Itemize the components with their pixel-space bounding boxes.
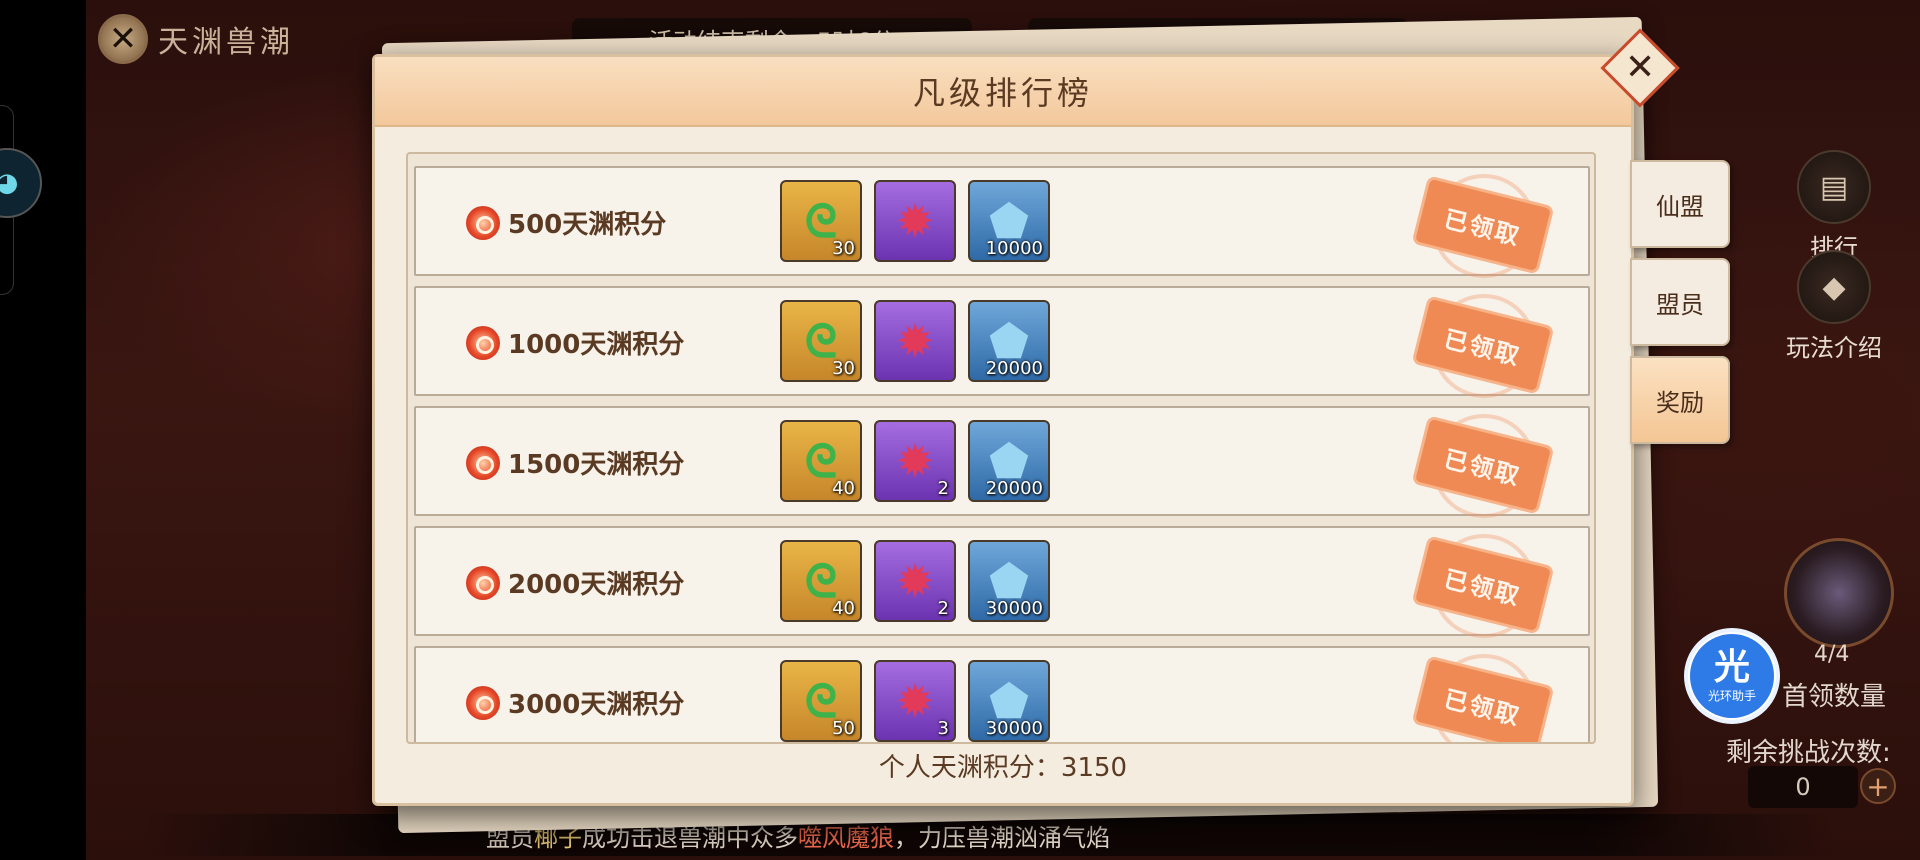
item-quantity: 40 — [832, 478, 855, 499]
item-glyph: ✹ — [895, 674, 935, 728]
personal-score-label: 个人天渊积分： — [878, 753, 1061, 783]
item-quantity: 20000 — [985, 478, 1043, 499]
score-swirl-icon — [466, 326, 500, 360]
item-quantity: 40 — [832, 598, 855, 619]
item-quantity: 2 — [937, 598, 949, 619]
jade-item-icon[interactable]: ᘓ 30 — [780, 300, 862, 382]
reward-threshold-label: 1500天渊积分 — [508, 450, 685, 480]
reward-threshold-label: 2000天渊积分 — [508, 570, 685, 600]
item-quantity: 2 — [937, 478, 949, 499]
item-glyph: ✹ — [895, 434, 935, 488]
assistant-floating-button[interactable]: 光 光环助手 — [1684, 628, 1780, 724]
personal-score: 个人天渊积分：3150 — [375, 747, 1631, 784]
add-attempts-button[interactable]: + — [1860, 768, 1896, 804]
item-glyph: ✹ — [895, 314, 935, 368]
score-swirl-icon — [466, 446, 500, 480]
crystal-icon: ◆ — [1797, 250, 1871, 324]
left-edge-rail: ◕ — [0, 0, 86, 860]
item-quantity: 30000 — [985, 718, 1043, 739]
assistant-icon: 光 光环助手 — [1690, 634, 1774, 718]
reward-row: 2000天渊积分 ᘓ 40 ✹ 2 ⬟ 30000 已领取 — [414, 526, 1590, 638]
crystal-item-icon[interactable]: ⬟ 30000 — [968, 540, 1050, 622]
reward-items: ᘓ 50 ✹ 3 ⬟ 30000 — [780, 660, 1050, 742]
reward-items: ᘓ 30 ✹ ⬟ 10000 — [780, 180, 1050, 262]
exit-icon[interactable]: ✕ — [98, 14, 148, 64]
jade-item-icon[interactable]: ᘓ 40 — [780, 540, 862, 622]
boss-portrait-icon[interactable] — [1784, 538, 1894, 648]
close-icon: ✕ — [1624, 46, 1656, 88]
reward-row: 1000天渊积分 ᘓ 30 ✹ ⬟ 20000 已领取 — [414, 286, 1590, 398]
assistant-glyph: 光 — [1713, 646, 1750, 688]
reward-items: ᘓ 30 ✹ ⬟ 20000 — [780, 300, 1050, 382]
item-quantity: 30 — [832, 238, 855, 259]
reward-list[interactable]: 500天渊积分 ᘓ 30 ✹ ⬟ 10000 已领取 1000天渊积分 ᘓ 30 ✹ ⬟ 20000 已领… — [406, 152, 1596, 744]
tab-members-label: 盟员 — [1656, 290, 1704, 319]
event-title: 天渊兽潮 — [158, 25, 294, 60]
remaining-label: 剩余挑战次数: — [1726, 738, 1891, 768]
item-quantity: 30 — [832, 358, 855, 379]
item-quantity: 30000 — [985, 598, 1043, 619]
jade-item-icon[interactable]: ᘓ 50 — [780, 660, 862, 742]
assistant-label: 光环助手 — [1707, 688, 1756, 703]
tab-rewards-label: 奖励 — [1656, 388, 1704, 417]
crystal-item-icon[interactable]: ⬟ 20000 — [968, 300, 1050, 382]
item-glyph: ✹ — [895, 194, 935, 248]
item-quantity: 20000 — [985, 358, 1043, 379]
crystal-item-icon[interactable]: ⬟ 20000 — [968, 420, 1050, 502]
claimed-stamp: 已领取 — [1411, 415, 1555, 515]
crystal-item-icon[interactable]: ⬟ 30000 — [968, 660, 1050, 742]
personal-score-value: 3150 — [1060, 753, 1128, 783]
remaining-count: 0 — [1795, 773, 1811, 801]
ticker-enemy-name: 噬风魔狼 — [798, 823, 894, 852]
jade-item-icon[interactable]: ᘓ 30 — [780, 180, 862, 262]
tab-rewards[interactable]: 奖励 — [1630, 356, 1730, 444]
rank-button[interactable]: ▤ 排行 — [1784, 150, 1884, 263]
reward-row: 1500天渊积分 ᘓ 40 ✹ 2 ⬟ 20000 已领取 — [414, 406, 1590, 518]
score-swirl-icon — [466, 206, 500, 240]
reward-threshold-label: 500天渊积分 — [508, 210, 667, 240]
item-quantity: 50 — [832, 718, 855, 739]
reward-items: ᘓ 40 ✹ 2 ⬟ 30000 — [780, 540, 1050, 622]
jade-item-icon[interactable]: ᘓ 40 — [780, 420, 862, 502]
crab-item-icon[interactable]: ✹ — [874, 300, 956, 382]
reward-threshold-label: 1000天渊积分 — [508, 330, 685, 360]
crab-item-icon[interactable]: ✹ 2 — [874, 420, 956, 502]
reward-items: ᘓ 40 ✹ 2 ⬟ 20000 — [780, 420, 1050, 502]
claimed-stamp: 已领取 — [1411, 535, 1555, 635]
crab-item-icon[interactable]: ✹ — [874, 180, 956, 262]
item-quantity: 10000 — [985, 238, 1043, 259]
intro-button[interactable]: ◆ 玩法介绍 — [1784, 250, 1884, 363]
claimed-stamp: 已领取 — [1411, 655, 1555, 742]
crab-item-icon[interactable]: ✹ 3 — [874, 660, 956, 742]
ticker-suffix: ，力压兽潮汹涌气焰 — [894, 823, 1110, 852]
hud-title-bar: ✕ 天渊兽潮 — [98, 14, 368, 64]
crab-item-icon[interactable]: ✹ 2 — [874, 540, 956, 622]
score-swirl-icon — [466, 566, 500, 600]
crystal-item-icon[interactable]: ⬟ 10000 — [968, 180, 1050, 262]
boss-count-label: 首领数量 — [1782, 682, 1887, 712]
reward-threshold-label: 3000天渊积分 — [508, 690, 685, 720]
reward-row: 500天渊积分 ᘓ 30 ✹ ⬟ 10000 已领取 — [414, 166, 1590, 278]
claimed-stamp: 已领取 — [1411, 295, 1555, 395]
tab-members[interactable]: 盟员 — [1630, 258, 1730, 346]
score-swirl-icon — [466, 686, 500, 720]
modal-title: 凡级排行榜 — [912, 74, 1093, 112]
reward-row: 3000天渊积分 ᘓ 50 ✹ 3 ⬟ 30000 已领取 — [414, 646, 1590, 742]
remaining-count-box: 0 — [1748, 766, 1858, 808]
intro-label: 玩法介绍 — [1786, 334, 1882, 362]
rank-board-icon: ▤ — [1797, 150, 1871, 224]
item-glyph: ✹ — [895, 554, 935, 608]
floating-avatar-icon[interactable]: ◕ — [0, 148, 42, 218]
modal-header: 凡级排行榜 — [375, 57, 1631, 127]
item-quantity: 3 — [937, 718, 949, 739]
boss-count: 4/4 — [1814, 642, 1850, 667]
tab-alliance-label: 仙盟 — [1656, 192, 1704, 221]
claimed-stamp: 已领取 — [1411, 175, 1555, 275]
tab-alliance[interactable]: 仙盟 — [1630, 160, 1730, 248]
